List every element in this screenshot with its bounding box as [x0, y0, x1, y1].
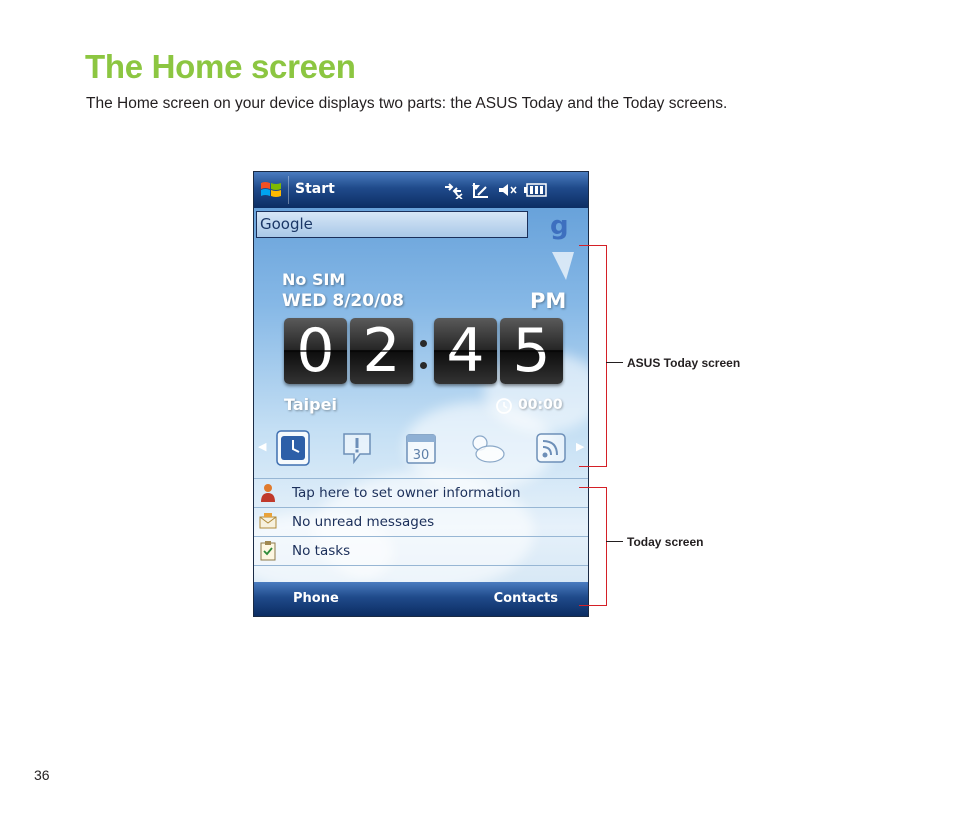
- page-intro-text: The Home screen on your device displays …: [86, 95, 728, 112]
- page-title: The Home screen: [85, 48, 356, 85]
- alarm-clock-icon[interactable]: [494, 395, 514, 415]
- today-item-messages[interactable]: No unread messages: [254, 507, 588, 536]
- tab-prev-arrow-icon[interactable]: ◀: [258, 440, 266, 453]
- phone-softkey[interactable]: Phone: [293, 591, 339, 606]
- date-display: WED 8/20/08: [282, 291, 404, 311]
- tasks-icon: [260, 541, 276, 561]
- clock-colon-bottom: [420, 362, 427, 369]
- volume-muted-icon[interactable]: [497, 181, 517, 199]
- clock-colon-top: [420, 340, 427, 347]
- corner-flag-icon: [552, 252, 574, 280]
- weather-tab-icon[interactable]: [466, 430, 506, 466]
- page-number: 36: [34, 767, 50, 783]
- clock-digit-hour-tens[interactable]: 0: [284, 318, 347, 384]
- connectivity-icon[interactable]: [443, 181, 463, 199]
- clock-tab-icon[interactable]: [276, 430, 310, 466]
- today-screen-callout-line: [606, 541, 623, 542]
- clock-digit-minute-tens[interactable]: 4: [434, 318, 497, 384]
- today-item-tasks[interactable]: No tasks: [254, 536, 588, 566]
- sim-status: No SIM: [282, 270, 346, 289]
- contacts-softkey[interactable]: Contacts: [494, 591, 558, 606]
- google-search-input[interactable]: Google: [256, 211, 528, 238]
- rss-tab-icon[interactable]: [534, 430, 568, 466]
- asus-today-bracket: [579, 245, 607, 467]
- alarm-time: 00:00: [518, 397, 563, 413]
- calendar-tab-glyph: 30: [413, 448, 430, 463]
- start-divider: [288, 176, 289, 204]
- today-item-owner[interactable]: Tap here to set owner information: [254, 478, 588, 507]
- no-signal-icon[interactable]: [470, 181, 490, 199]
- today-screen-bracket: [579, 487, 607, 606]
- device-title-bar: Start: [254, 172, 588, 208]
- today-item-label: No unread messages: [292, 514, 435, 530]
- windows-logo-icon[interactable]: [259, 178, 283, 202]
- owner-icon: [261, 484, 275, 502]
- calendar-tab-icon[interactable]: 30: [404, 430, 438, 466]
- ampm-indicator: PM: [530, 289, 567, 313]
- status-icons: [443, 181, 548, 199]
- clock-digit-minute-ones[interactable]: 5: [500, 318, 563, 384]
- notification-tab-icon[interactable]: [340, 430, 374, 466]
- device-screenshot: Start Google g No SIM WED 8/20/08 PM 0 2…: [253, 171, 589, 617]
- start-menu-button[interactable]: Start: [295, 181, 335, 197]
- asus-today-callout-line: [606, 362, 623, 363]
- today-item-label: Tap here to set owner information: [292, 485, 521, 501]
- messages-icon: [259, 513, 277, 529]
- softkey-bar: Phone Contacts: [254, 582, 588, 616]
- today-list: Tap here to set owner information No unr…: [254, 478, 588, 566]
- clock-digit-hour-ones[interactable]: 2: [350, 318, 413, 384]
- battery-icon[interactable]: [524, 182, 548, 198]
- google-logo-icon[interactable]: g: [550, 211, 569, 241]
- google-search-bar: Google g: [254, 208, 588, 243]
- city-name[interactable]: Taipei: [284, 395, 337, 414]
- today-item-label: No tasks: [292, 543, 351, 559]
- asus-today-callout: ASUS Today screen: [627, 356, 741, 370]
- today-screen-callout: Today screen: [627, 535, 704, 549]
